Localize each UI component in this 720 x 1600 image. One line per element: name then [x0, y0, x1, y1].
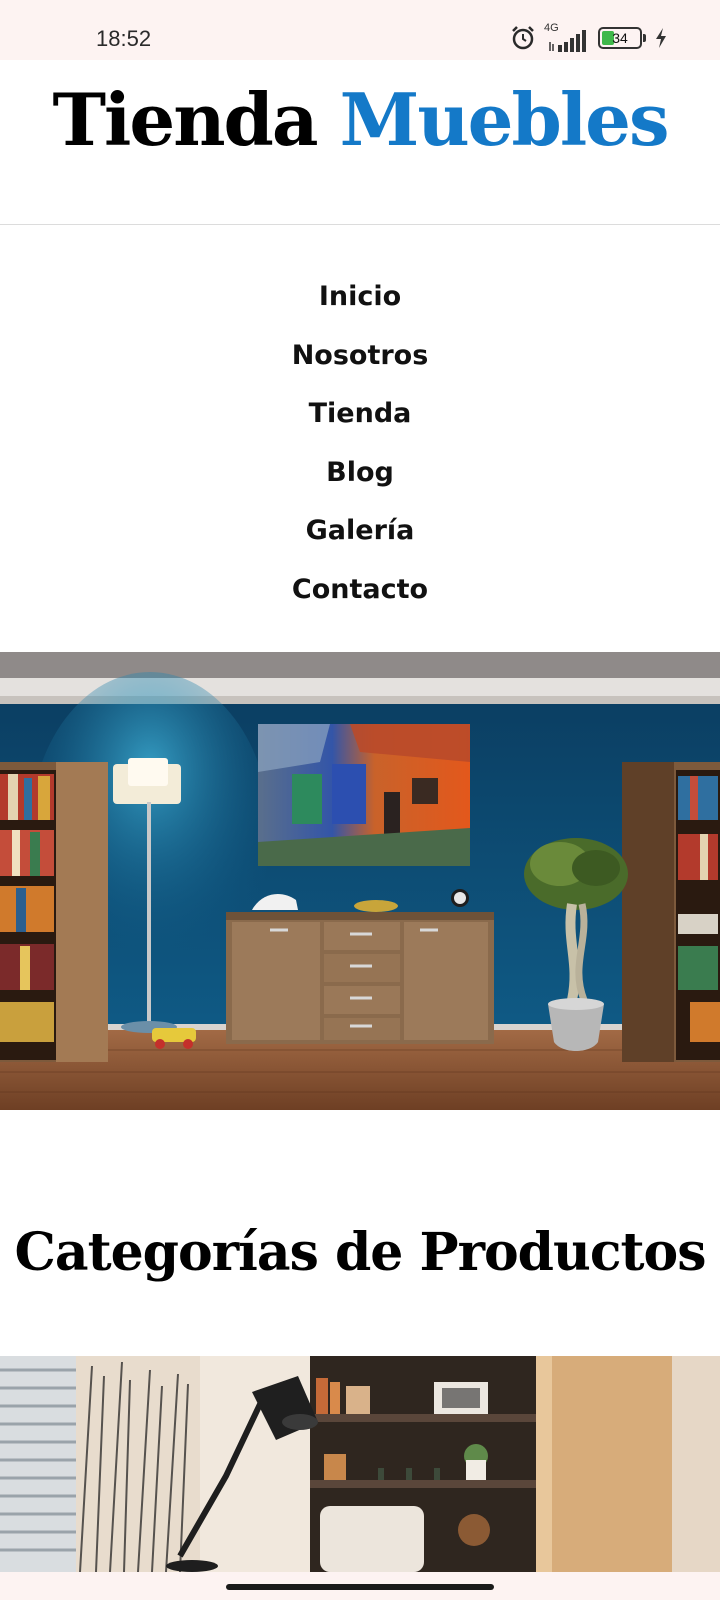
category-image[interactable]	[0, 1356, 720, 1572]
categories-heading: Categorías de Productos	[14, 1222, 707, 1283]
charging-bolt-icon	[656, 28, 666, 48]
battery-level: 34	[612, 30, 628, 46]
status-icons: 4G 34	[510, 22, 668, 52]
home-indicator[interactable]	[226, 1584, 494, 1590]
battery-cap	[643, 34, 646, 42]
signal-icon	[549, 30, 586, 52]
status-bar: 18:52 4G 34	[0, 0, 720, 60]
network-indicator: 4G	[544, 22, 590, 52]
nav-item-contacto[interactable]: Contacto	[0, 561, 720, 620]
site-title[interactable]: Tienda Muebles	[0, 78, 720, 162]
site-title-part2: Muebles	[339, 77, 670, 162]
alarm-icon	[512, 26, 534, 50]
nav-item-tienda[interactable]: Tienda	[0, 385, 720, 444]
main-nav: Inicio Nosotros Tienda Blog Galería Cont…	[0, 268, 720, 620]
battery-icon: 34	[598, 27, 642, 49]
nav-item-blog[interactable]: Blog	[0, 444, 720, 503]
nav-item-nosotros[interactable]: Nosotros	[0, 327, 720, 386]
status-time: 18:52	[96, 26, 152, 51]
hero-image	[0, 652, 720, 1110]
header-divider	[0, 224, 720, 225]
nav-item-galeria[interactable]: Galería	[0, 502, 720, 561]
nav-item-inicio[interactable]: Inicio	[0, 268, 720, 327]
site-title-part1: Tienda	[52, 77, 318, 162]
